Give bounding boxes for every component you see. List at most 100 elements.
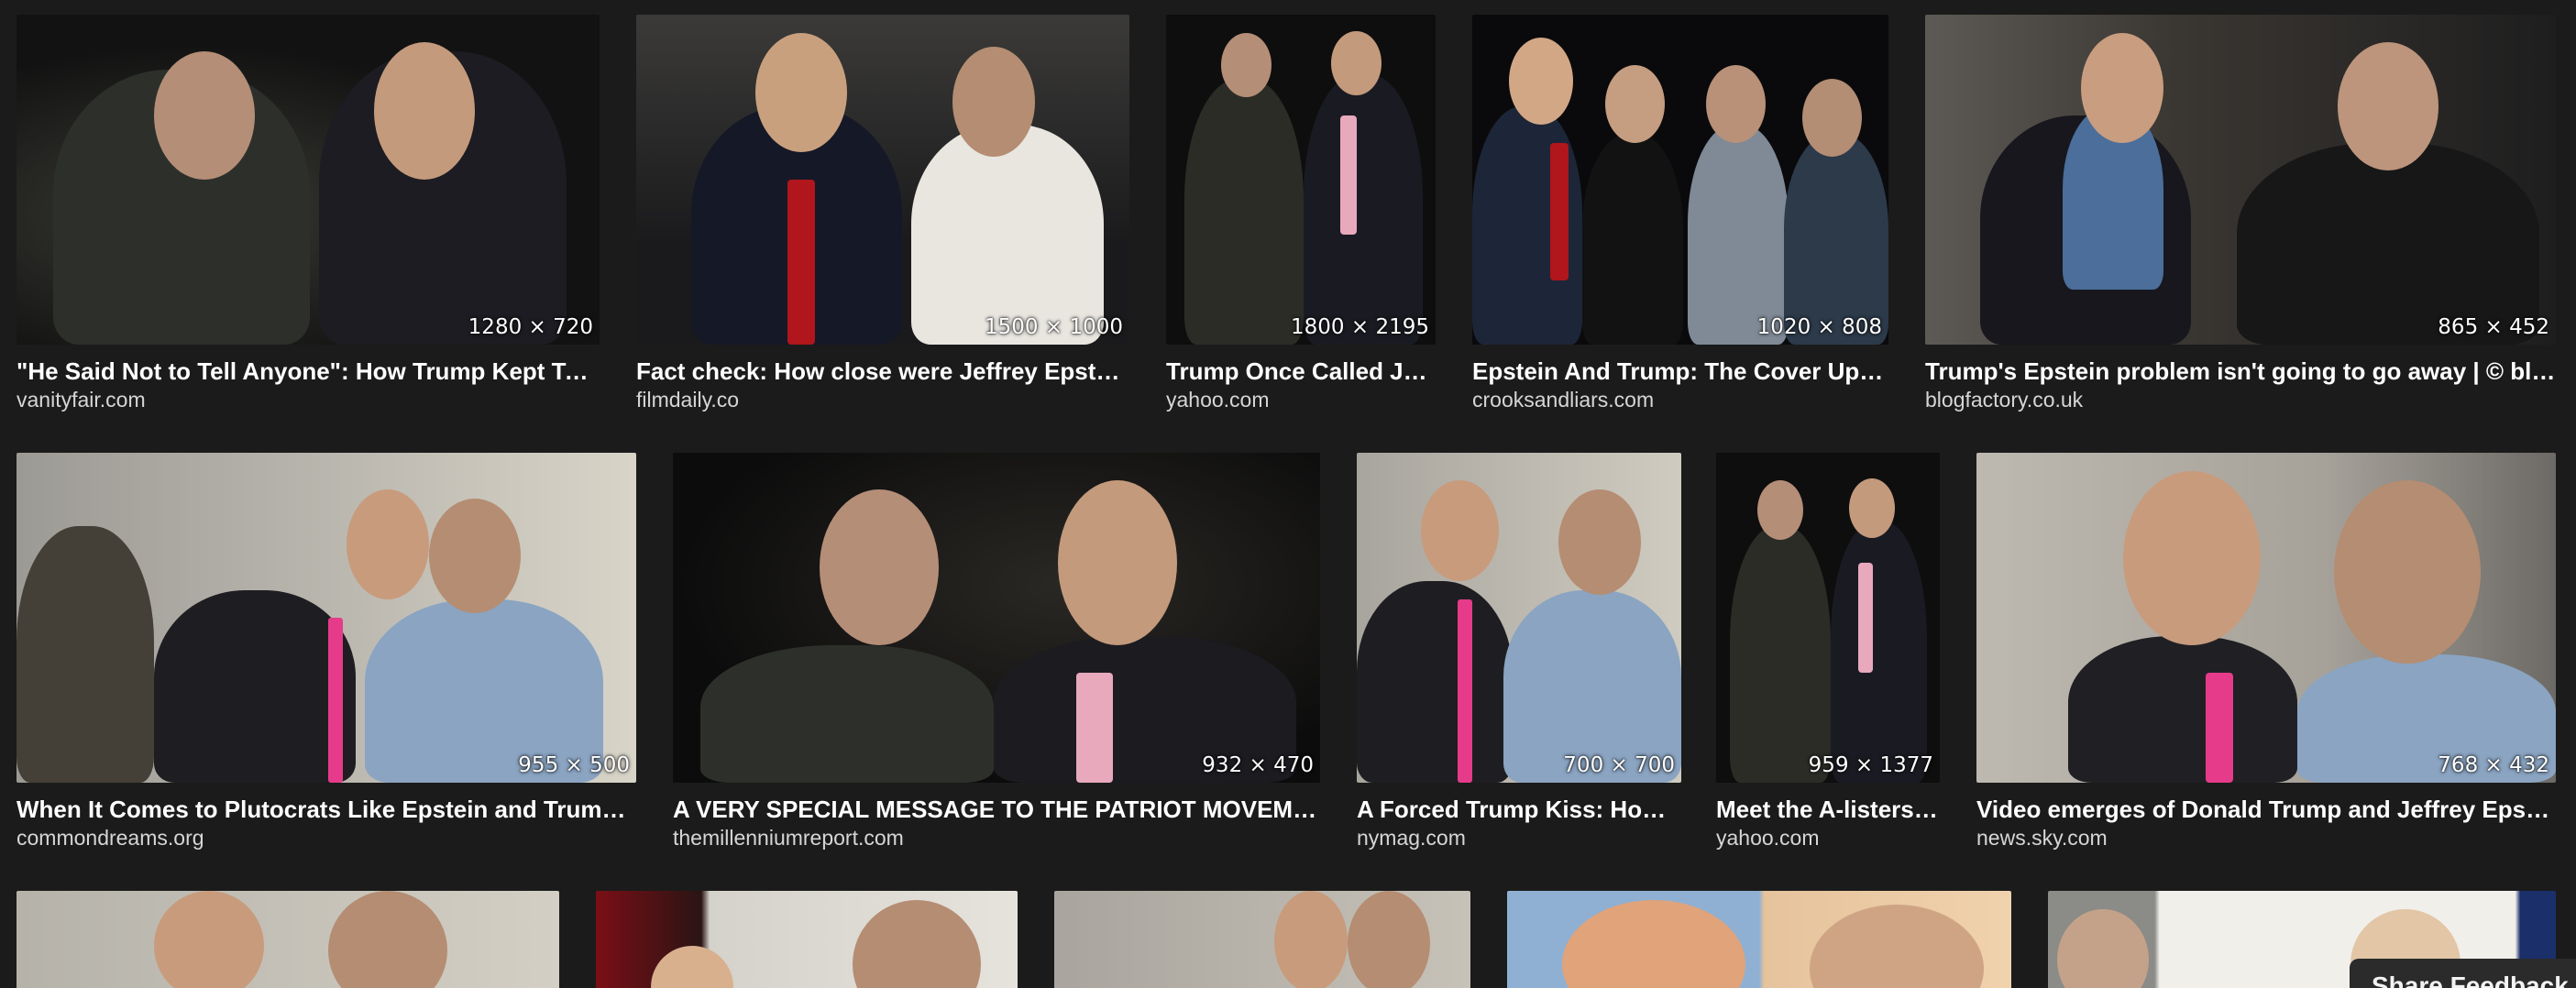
image-result[interactable] (1507, 891, 2011, 988)
result-title[interactable]: A VERY SPECIAL MESSAGE TO THE PATRIOT MO… (673, 795, 1320, 824)
share-feedback-button[interactable]: Share Feedback (2350, 959, 2576, 988)
result-thumbnail[interactable]: 932 × 470 (673, 453, 1320, 783)
result-thumbnail[interactable]: 959 × 1377 (1716, 453, 1940, 783)
thumbnail-figure-shape (755, 33, 847, 152)
thumbnail-figure-shape (1184, 79, 1304, 345)
image-result[interactable]: 768 × 432 Video emerges of Donald Trump … (1976, 453, 2556, 856)
thumbnail-figure-shape (154, 891, 264, 988)
image-result[interactable]: 932 × 470 A VERY SPECIAL MESSAGE TO THE … (673, 453, 1320, 856)
result-title[interactable]: A Forced Trump Kiss: How ... (1357, 795, 1681, 824)
image-result[interactable]: 1500 × 1000 Fact check: How close were J… (636, 15, 1129, 418)
thumbnail-figure-shape (1340, 115, 1357, 235)
thumbnail-figure-shape (1509, 38, 1573, 125)
image-result[interactable]: 1800 × 2195 Trump Once Called Jef... yah… (1166, 15, 1436, 418)
image-result[interactable]: 1280 × 720 "He Said Not to Tell Anyone":… (17, 15, 600, 418)
result-thumbnail[interactable]: 955 × 500 (17, 453, 636, 783)
result-source[interactable]: vanityfair.com (17, 387, 600, 412)
result-source[interactable]: nymag.com (1357, 825, 1681, 851)
result-thumbnail[interactable] (596, 891, 1018, 988)
result-source[interactable]: themillenniumreport.com (673, 825, 1320, 851)
result-title[interactable]: Epstein And Trump: The Cover Up A... (1472, 357, 1888, 386)
thumbnail-figure-shape (374, 42, 475, 180)
result-title[interactable]: When It Comes to Plutocrats Like Epstein… (17, 795, 636, 824)
image-result[interactable]: 865 × 452 Trump's Epstein problem isn't … (1925, 15, 2556, 418)
result-source[interactable]: crooksandliars.com (1472, 387, 1888, 412)
thumbnail-figure-shape (1605, 65, 1665, 143)
thumbnail-figure-shape (2338, 42, 2438, 170)
thumbnail-figure-shape (347, 489, 429, 599)
thumbnail-figure-shape (2068, 636, 2297, 783)
result-source[interactable]: news.sky.com (1976, 825, 2556, 851)
thumbnail-figure-shape (328, 891, 447, 988)
thumbnail-figure-shape (2123, 471, 2261, 645)
thumbnail-figure-shape (154, 590, 356, 783)
result-thumbnail[interactable]: 1280 × 720 (17, 15, 600, 345)
thumbnail-figure-shape (1221, 33, 1271, 97)
result-thumbnail[interactable]: 865 × 452 (1925, 15, 2556, 345)
image-dimensions: 1500 × 1000 (985, 315, 1123, 339)
thumbnail-figure-shape (1810, 905, 1984, 988)
thumbnail-figure-shape (328, 618, 343, 783)
thumbnail-figure-shape (2206, 673, 2233, 783)
image-dimensions: 1280 × 720 (468, 315, 593, 339)
result-title[interactable]: Fact check: How close were Jeffrey Epste… (636, 357, 1129, 386)
image-result[interactable]: 1020 × 808 Epstein And Trump: The Cover … (1472, 15, 1888, 418)
image-dimensions: 1020 × 808 (1756, 315, 1882, 339)
result-thumbnail[interactable] (1507, 891, 2011, 988)
result-thumbnail[interactable]: 1020 × 808 (1472, 15, 1888, 345)
thumbnail-figure-shape (1076, 673, 1113, 783)
result-title[interactable]: Video emerges of Donald Trump and Jeffre… (1976, 795, 2556, 824)
result-thumbnail[interactable]: 1500 × 1000 (636, 15, 1129, 345)
thumbnail-figure-shape (2237, 143, 2539, 345)
thumbnail-figure-shape (154, 51, 255, 180)
thumbnail-figure-shape (651, 946, 733, 988)
image-result[interactable] (1054, 891, 1470, 988)
thumbnail-figure-shape (1831, 521, 1927, 783)
thumbnail-figure-shape (17, 526, 154, 783)
result-thumbnail[interactable] (1054, 891, 1470, 988)
thumbnail-figure-shape (1582, 134, 1683, 345)
thumbnail-figure-shape (1558, 489, 1641, 595)
image-result[interactable]: 955 × 500 When It Comes to Plutocrats Li… (17, 453, 636, 856)
thumbnail-figure-shape (1757, 480, 1803, 540)
thumbnail-figure-shape (1304, 74, 1423, 345)
thumbnail-figure-shape (1688, 125, 1789, 345)
image-dimensions: 768 × 432 (2438, 753, 2549, 777)
thumbnail-figure-shape (700, 645, 994, 783)
result-source[interactable]: yahoo.com (1716, 825, 1940, 851)
result-thumbnail[interactable]: 1800 × 2195 (1166, 15, 1436, 345)
result-thumbnail[interactable]: 700 × 700 (1357, 453, 1681, 783)
thumbnail-figure-shape (1562, 900, 1745, 988)
result-title[interactable]: Trump's Epstein problem isn't going to g… (1925, 357, 2556, 386)
thumbnail-figure-shape (429, 499, 521, 613)
image-result[interactable]: 700 × 700 A Forced Trump Kiss: How ... n… (1357, 453, 1681, 856)
result-title[interactable]: "He Said Not to Tell Anyone": How Trump … (17, 357, 600, 386)
result-title[interactable]: Meet the A-listers i... (1716, 795, 1940, 824)
thumbnail-figure-shape (1331, 31, 1382, 95)
thumbnail-figure-shape (1858, 563, 1873, 673)
result-thumbnail[interactable]: 768 × 432 (1976, 453, 2556, 783)
result-thumbnail[interactable] (17, 891, 559, 988)
result-title[interactable]: Trump Once Called Jef... (1166, 357, 1436, 386)
image-result[interactable] (596, 891, 1018, 988)
thumbnail-figure-shape (1784, 134, 1888, 345)
thumbnail-figure-shape (853, 900, 981, 988)
thumbnail-figure-shape (1357, 581, 1513, 783)
thumbnail-figure-shape (1550, 143, 1569, 280)
image-result[interactable] (17, 891, 559, 988)
thumbnail-figure-shape (1849, 478, 1895, 538)
thumbnail-figure-shape (2057, 909, 2149, 988)
result-source[interactable]: commondreams.org (17, 825, 636, 851)
result-source[interactable]: yahoo.com (1166, 387, 1436, 412)
image-dimensions: 865 × 452 (2438, 315, 2549, 339)
image-results-grid: 1280 × 720 "He Said Not to Tell Anyone":… (0, 0, 2576, 988)
image-result[interactable]: 959 × 1377 Meet the A-listers i... yahoo… (1716, 453, 1940, 856)
thumbnail-figure-shape (952, 47, 1035, 157)
image-dimensions: 932 × 470 (1202, 753, 1314, 777)
result-source[interactable]: blogfactory.co.uk (1925, 387, 2556, 412)
thumbnail-figure-shape (2081, 33, 2163, 143)
thumbnail-figure-shape (1348, 891, 1430, 988)
result-source[interactable]: filmdaily.co (636, 387, 1129, 412)
thumbnail-figure-shape (1802, 79, 1862, 157)
thumbnail-figure-shape (911, 125, 1104, 345)
